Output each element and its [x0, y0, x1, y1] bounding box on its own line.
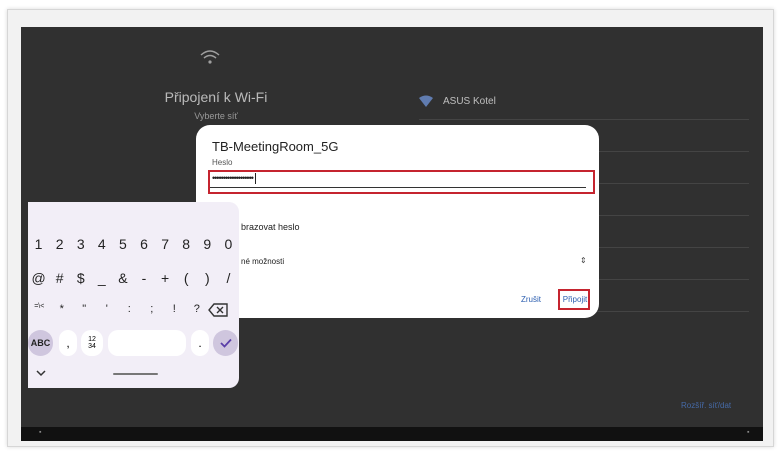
nav-mark-icon: ▪ [747, 429, 750, 436]
key-open-paren[interactable]: ( [176, 270, 197, 286]
keyboard-bottom-row: ABC , 12 34 . [28, 330, 239, 360]
enter-key[interactable] [213, 330, 238, 356]
key-3[interactable]: 3 [70, 236, 91, 252]
backspace-icon[interactable] [206, 301, 230, 319]
key-semicolon[interactable]: ; [141, 303, 164, 315]
key-2[interactable]: 2 [49, 236, 70, 252]
check-icon [219, 338, 232, 348]
network-name: ASUS Kotel [443, 95, 496, 107]
key-7[interactable]: 7 [155, 236, 176, 252]
password-highlight-box [208, 170, 595, 194]
password-label: Heslo [212, 158, 233, 167]
network-item[interactable]: ASUS Kotel [419, 93, 496, 109]
keyboard-handle[interactable] [113, 373, 158, 375]
dropdown-arrow-icon: ⇕ [580, 256, 587, 265]
key-8[interactable]: 8 [176, 236, 197, 252]
key-exclamation[interactable]: ! [163, 303, 186, 315]
key-more-symbols[interactable]: =\< [28, 303, 51, 315]
more-options-button[interactable]: Rozšíř. síť/dat [681, 401, 731, 410]
keyboard-row-symbols: @ # $ _ & - + ( ) / [28, 270, 239, 286]
comma-key[interactable]: , [59, 330, 77, 356]
nav-mark-icon: ▪ [39, 429, 42, 436]
key-1[interactable]: 1 [28, 236, 49, 252]
keyboard-row-more: =\< * " ' : ; ! ? [28, 303, 208, 315]
key-0[interactable]: 0 [218, 236, 239, 252]
key-quote[interactable]: " [73, 303, 96, 315]
key-dollar[interactable]: $ [70, 270, 91, 286]
cancel-button[interactable]: Zrušit [521, 295, 541, 304]
key-plus[interactable]: + [155, 270, 176, 286]
key-underscore[interactable]: _ [91, 270, 112, 286]
numpad-key[interactable]: 12 34 [81, 330, 103, 356]
period-key[interactable]: . [191, 330, 209, 356]
key-asterisk[interactable]: * [51, 303, 74, 315]
key-5[interactable]: 5 [112, 236, 133, 252]
wifi-icon [200, 50, 220, 64]
key-6[interactable]: 6 [133, 236, 154, 252]
key-question[interactable]: ? [186, 303, 209, 315]
key-apostrophe[interactable]: ' [96, 303, 119, 315]
setup-subtitle: Vyberte síť [194, 111, 238, 121]
key-close-paren[interactable]: ) [197, 270, 218, 286]
wifi-lock-icon [419, 95, 433, 107]
key-4[interactable]: 4 [91, 236, 112, 252]
key-at[interactable]: @ [28, 270, 49, 286]
show-password-checkbox[interactable]: brazovat heslo [241, 222, 300, 232]
system-bar: ▪ ▪ [21, 427, 763, 441]
onscreen-keyboard: 1 2 3 4 5 6 7 8 9 0 @ # $ _ & - + ( ) / … [28, 202, 239, 388]
divider [419, 119, 749, 120]
setup-title: Připojení k Wi-Fi [164, 89, 268, 105]
key-colon[interactable]: : [118, 303, 141, 315]
key-9[interactable]: 9 [197, 236, 218, 252]
space-key[interactable] [108, 330, 186, 356]
key-hash[interactable]: # [49, 270, 70, 286]
key-slash[interactable]: / [218, 270, 239, 286]
advanced-options-dropdown[interactable]: né možnosti [241, 257, 284, 266]
wifi-password-dialog: TB-MeetingRoom_5G Heslo ••••••••••••••••… [196, 125, 599, 318]
keyboard-row-numbers: 1 2 3 4 5 6 7 8 9 0 [28, 236, 239, 252]
chevron-down-icon[interactable] [36, 369, 46, 377]
key-ampersand[interactable]: & [112, 270, 133, 286]
connect-highlight-box [558, 289, 590, 310]
abc-key[interactable]: ABC [28, 330, 53, 356]
key-minus[interactable]: - [133, 270, 154, 286]
dialog-title: TB-MeetingRoom_5G [212, 139, 339, 154]
numpad-key-label: 12 34 [88, 336, 96, 350]
